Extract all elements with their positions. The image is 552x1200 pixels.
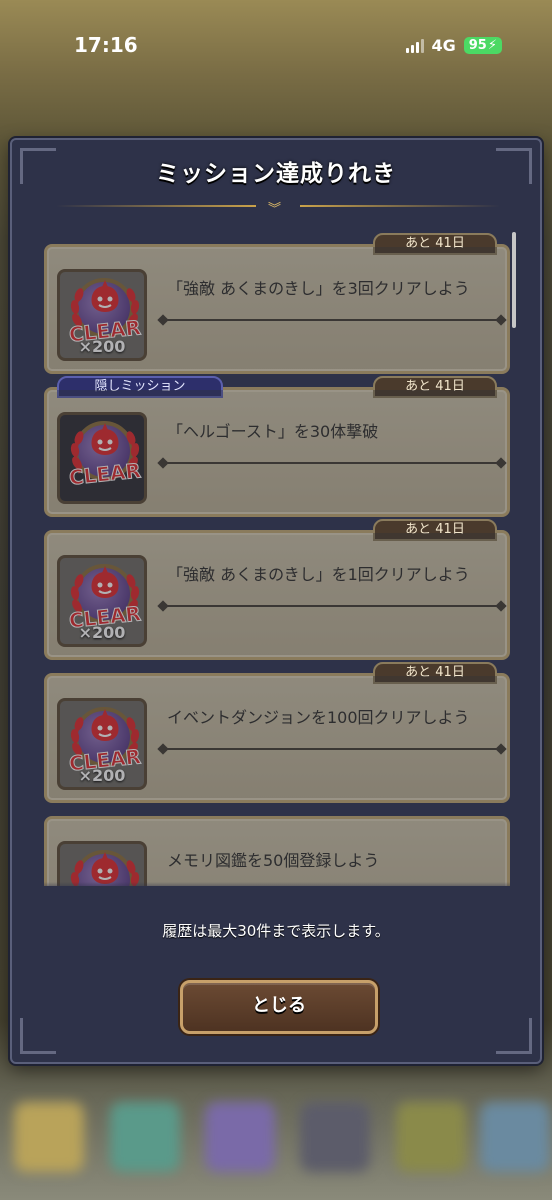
completed-overlay [47,390,507,514]
status-time: 17:16 [74,33,138,57]
mission-card[interactable]: あと 41日 CLEAR [44,662,510,803]
signal-icon [405,38,424,53]
completed-overlay [47,819,507,886]
list-scrollbar[interactable] [512,232,516,328]
network-type: 4G [431,36,456,55]
battery-icon: 95 ⚡ [463,37,502,54]
history-note: 履歴は最大30件まで表示します。 [162,922,390,940]
frame-corner [496,1018,532,1054]
status-indicators: 4G 95 ⚡ [405,36,502,55]
frame-corner [20,1018,56,1054]
charging-icon: ⚡ [487,38,497,53]
mission-card[interactable]: あと 41日 隠しミッション CLEAR 「ヘルゴースト」を30体撃破 [44,376,510,517]
list-fade [12,882,540,892]
completed-overlay [47,247,507,371]
battery-level: 95 [468,38,487,53]
completed-overlay [47,533,507,657]
title-ornament: ︾ [56,200,500,217]
completed-overlay [47,676,507,800]
close-button[interactable]: とじる [180,980,378,1034]
background-blur [0,1080,552,1200]
mission-history-dialog: ミッション達成りれき ︾ あと 41日 CLEAR ×200 「強敵 あくまのき… [10,138,542,1064]
status-bar: 17:16 4G 95 ⚡ [0,0,552,92]
dialog-title: ミッション達成りれき [156,161,396,187]
mission-card[interactable]: CLEAR メモリ図鑑を50個登録しよう [44,816,510,886]
mission-list[interactable]: あと 41日 CLEAR ×200 「強敵 あくまのきし」を3回クリアしよう あ… [42,230,516,886]
mission-card[interactable]: あと 41日 CLEAR [44,519,510,660]
mission-card[interactable]: あと 41日 CLEAR [44,233,510,374]
